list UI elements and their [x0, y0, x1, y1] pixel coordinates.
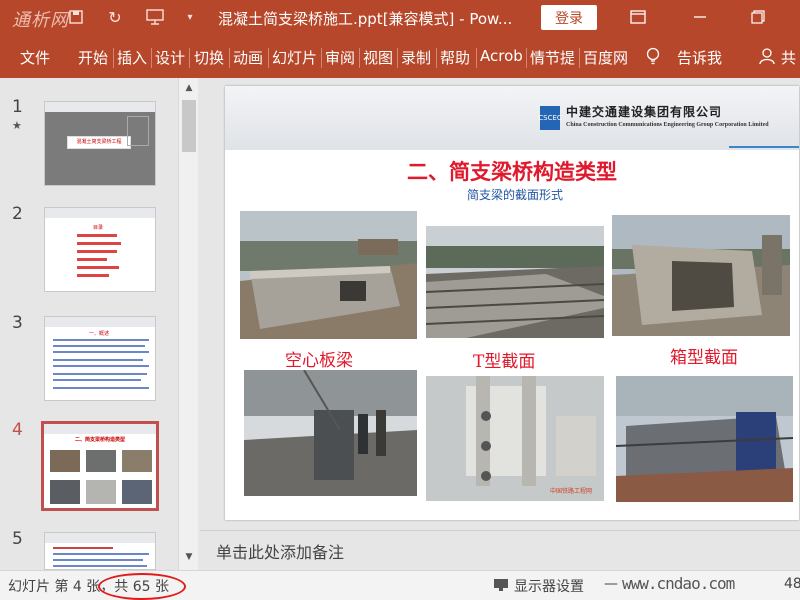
tab-view[interactable]: 视图	[363, 47, 393, 68]
tab-home[interactable]: 开始	[78, 47, 108, 68]
notes-pane[interactable]: 单击此处添加备注	[200, 530, 800, 570]
ribbon-display-options-icon[interactable]	[620, 4, 656, 30]
slide-number: 1	[12, 97, 23, 117]
tab-file[interactable]: 文件	[20, 47, 50, 68]
tab-separator	[229, 48, 230, 68]
restore-icon[interactable]	[740, 4, 776, 30]
tab-baidu[interactable]: 百度网	[583, 47, 628, 68]
notes-placeholder[interactable]: 单击此处添加备注	[216, 539, 344, 563]
tab-separator	[113, 48, 114, 68]
title-bar: 通析网 ↻ ▾ 混凝土简支梁桥施工.ppt[兼容模式] - Pow... 登录	[0, 0, 800, 36]
slide-thumbnail-active[interactable]: 二、简支梁桥构造类型	[41, 421, 159, 511]
animation-star-icon: ★	[12, 119, 22, 132]
display-settings-icon[interactable]	[493, 578, 509, 596]
slide-subtitle[interactable]: 简支梁的截面形式	[225, 186, 799, 203]
tab-separator	[268, 48, 269, 68]
tab-insert[interactable]: 插入	[117, 47, 147, 68]
thumbnail-title: 一、概述	[89, 331, 110, 337]
redo-icon[interactable]: ↻	[104, 6, 126, 28]
save-icon[interactable]	[66, 6, 86, 28]
tab-separator	[579, 48, 580, 68]
t-beam-photo[interactable]	[426, 226, 604, 338]
hollow-slab-photo[interactable]	[240, 211, 417, 339]
lightbulb-icon[interactable]	[646, 47, 660, 69]
document-title: 混凝土简支梁桥施工.ppt[兼容模式] - Pow...	[218, 10, 513, 28]
slide-thumbnail[interactable]: 混凝土简支梁桥工程	[44, 101, 156, 186]
header-accent-line	[729, 146, 799, 148]
tab-separator	[151, 48, 152, 68]
display-settings-button[interactable]: 显示器设置	[514, 576, 584, 596]
slide-canvas[interactable]: CSCEC 中建交通建设集团有限公司 China Construction Co…	[225, 86, 799, 520]
zoom-slider[interactable]: —	[604, 576, 618, 592]
tab-design[interactable]: 设计	[155, 47, 185, 68]
box-girder-photo[interactable]	[612, 215, 790, 336]
share-icon[interactable]	[759, 47, 777, 69]
zoom-level[interactable]: 48	[784, 576, 800, 592]
tab-separator	[189, 48, 190, 68]
tab-transitions[interactable]: 切换	[194, 47, 224, 68]
site-watermark: www.cndao.com	[622, 574, 735, 593]
tab-acrobat[interactable]: Acrob	[480, 47, 523, 65]
ribbon-tab-bar: 文件 开始 插入 设计 切换 动画 幻灯片 审阅 视图 录制 帮助 Acrob …	[0, 36, 800, 78]
watermark-logo: 通析网	[12, 10, 69, 31]
slide-header-band: CSCEC 中建交通建设集团有限公司 China Construction Co…	[225, 86, 799, 150]
present-from-start-icon[interactable]	[142, 6, 168, 28]
photo-credit: 中国铁路工程网	[550, 488, 593, 495]
scrollbar-thumb[interactable]	[182, 100, 196, 152]
tab-review[interactable]: 审阅	[325, 47, 355, 68]
thumbnail-title: 二、简支梁桥构造类型	[74, 437, 125, 443]
tab-record[interactable]: 录制	[401, 47, 431, 68]
slide-number: 5	[12, 529, 23, 549]
tab-storyboard[interactable]: 情节提	[530, 47, 575, 68]
thumbnail-scrollbar[interactable]: ▲ ▼	[178, 78, 198, 570]
box-girder-formwork-photo[interactable]	[616, 376, 793, 502]
tab-animations[interactable]: 动画	[233, 47, 263, 68]
slide-number: 3	[12, 313, 23, 333]
thumbnail-title: 目录	[93, 225, 104, 231]
tab-separator	[359, 48, 360, 68]
scroll-up-icon[interactable]: ▲	[179, 79, 199, 97]
thumbnail-title: 混凝土简支梁桥工程	[67, 136, 131, 149]
tab-help[interactable]: 帮助	[440, 47, 470, 68]
company-logo: CSCEC	[538, 106, 562, 130]
share-label[interactable]: 共	[781, 47, 796, 68]
caption-box-girder[interactable]: 箱型截面	[670, 343, 738, 368]
minimize-icon[interactable]	[682, 4, 718, 30]
tab-slideshow[interactable]: 幻灯片	[272, 47, 317, 68]
slide-thumbnail[interactable]: 一、概述	[44, 316, 156, 401]
slide-thumbnail[interactable]	[44, 532, 156, 570]
tab-separator	[321, 48, 322, 68]
tab-separator	[397, 48, 398, 68]
caption-hollow-slab[interactable]: 空心板梁	[285, 346, 353, 371]
login-button[interactable]: 登录	[541, 5, 597, 30]
slide-title[interactable]: 二、简支梁桥构造类型	[225, 156, 799, 186]
slide-thumbnail[interactable]: 目录	[44, 207, 156, 292]
slide-number: 2	[12, 204, 23, 224]
t-beam-formwork-photo[interactable]: 中国铁路工程网	[426, 376, 604, 501]
beam-construction-photo[interactable]	[244, 370, 417, 496]
customize-toolbar-icon[interactable]: ▾	[182, 6, 198, 28]
tab-separator	[476, 48, 477, 68]
caption-t-beam[interactable]: T型截面	[473, 347, 535, 372]
company-name-cn: 中建交通建设集团有限公司	[566, 105, 723, 119]
slide-number: 4	[12, 420, 23, 440]
company-name-en: China Construction Communications Engine…	[566, 122, 769, 128]
scroll-down-icon[interactable]: ▼	[179, 548, 199, 566]
tell-me-search[interactable]: 告诉我	[677, 47, 722, 68]
tab-separator	[436, 48, 437, 68]
slide-position-status: 幻灯片 第 4 张，共 65 张	[8, 579, 169, 595]
tab-separator	[526, 48, 527, 68]
